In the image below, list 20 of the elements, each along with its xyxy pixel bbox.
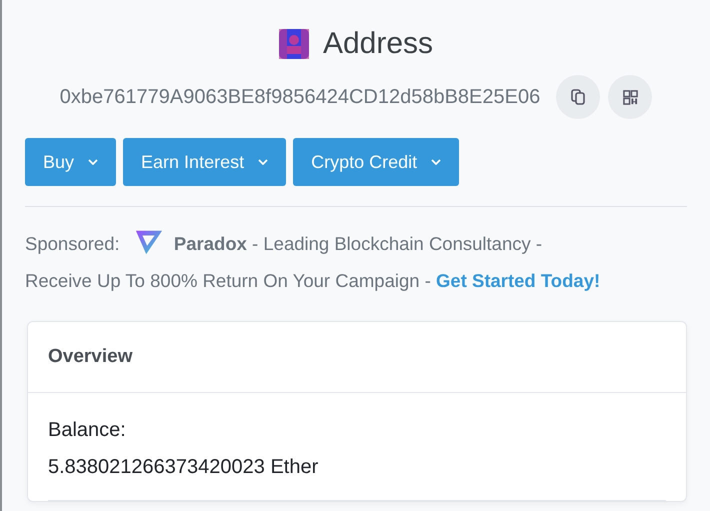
dropdown-button[interactable]: Earn Interest — [123, 138, 286, 186]
qr-code-button[interactable] — [608, 75, 652, 119]
balance-value: 5.838021266373420023 Ether — [48, 455, 320, 480]
caret-icon — [258, 159, 268, 165]
card-title: Overview — [48, 346, 132, 368]
get-started-link[interactable]: Get Started Today! — [436, 270, 600, 291]
sponsored-ad-text: Paradox - Leading Blockchain Consultancy - — [174, 233, 542, 254]
copy-icon — [570, 89, 586, 105]
sponsored-label: Sponsored: — [25, 233, 120, 254]
caret-icon — [88, 159, 98, 165]
dropdown-button[interactable]: Buy — [25, 138, 116, 186]
sponsored-ad-text: Receive Up To 800% Return On Your Campaign - Get Started Today! — [25, 270, 600, 291]
dropdown-button[interactable]: Crypto Credit — [293, 138, 460, 186]
avatar-icon — [278, 29, 309, 59]
page-title: Address — [322, 27, 434, 61]
copy-button[interactable] — [556, 75, 600, 119]
balance-label: Balance: — [48, 418, 127, 443]
qr-code-icon — [622, 90, 638, 104]
address-hash: 0xbe761779A9063BE8f9856424CD12d58bB8E25E06 — [60, 86, 540, 108]
caret-icon — [431, 159, 442, 165]
